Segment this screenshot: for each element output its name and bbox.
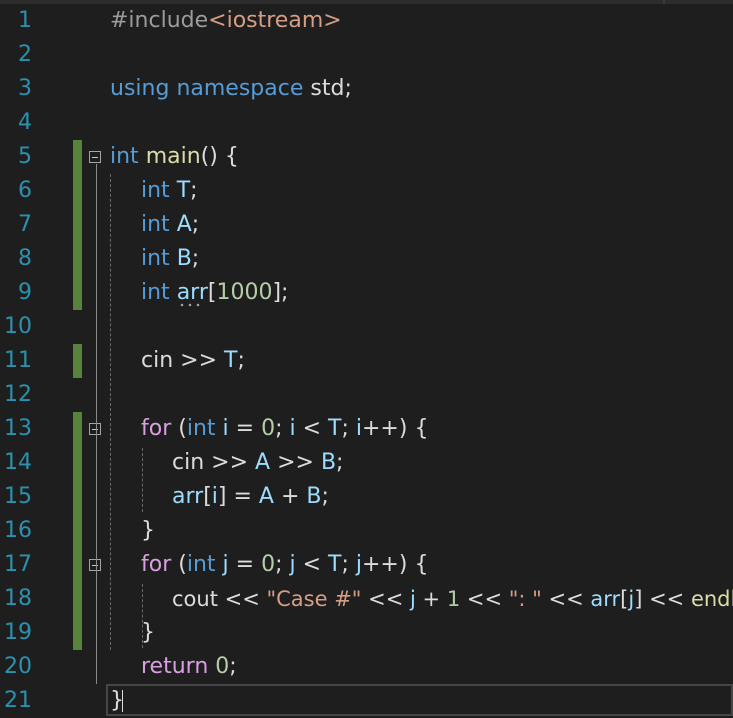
code-text[interactable]: int B; <box>141 244 199 274</box>
text-caret <box>122 690 123 712</box>
code-line-20[interactable]: 20 return 0; <box>0 650 733 684</box>
change-marker <box>73 514 82 548</box>
change-marker <box>73 412 82 446</box>
code-line-2[interactable]: 2 <box>0 38 733 72</box>
change-marker <box>73 208 82 242</box>
line-number: 19 <box>4 620 32 645</box>
code-line-1[interactable]: 1 #include<iostream> <box>0 4 733 38</box>
line-number: 13 <box>4 416 32 441</box>
code-line-5[interactable]: 5 int main() { <box>0 140 733 174</box>
line-number: 15 <box>4 484 32 509</box>
collapse-icon[interactable] <box>89 151 101 163</box>
line-number: 10 <box>4 314 32 339</box>
change-marker <box>73 582 82 616</box>
line-number: 16 <box>4 518 32 543</box>
line-number: 18 <box>4 586 32 611</box>
collapse-icon[interactable] <box>89 559 101 571</box>
code-text[interactable]: int arr[1000]; <box>141 278 288 308</box>
line-number: 6 <box>18 178 32 203</box>
code-text[interactable]: int main() { <box>110 142 239 172</box>
line-number: 14 <box>4 450 32 475</box>
code-text[interactable]: int T; <box>141 176 198 206</box>
code-text[interactable]: int A; <box>141 210 199 240</box>
code-text[interactable]: arr[i] = A + B; <box>172 482 329 512</box>
code-line-3[interactable]: 3 using namespace std; <box>0 72 733 106</box>
code-text[interactable]: cout << "Case #" << j + 1 << ": " << arr… <box>172 584 733 614</box>
line-number: 5 <box>18 144 32 169</box>
code-text[interactable]: using namespace std; <box>110 74 352 104</box>
line-number: 7 <box>18 212 32 237</box>
change-marker <box>73 480 82 514</box>
change-marker <box>73 174 82 208</box>
code-text[interactable]: #include<iostream> <box>110 6 342 36</box>
code-line-4[interactable]: 4 <box>0 106 733 140</box>
code-text[interactable]: } <box>141 516 155 546</box>
code-text[interactable]: for (int j = 0; j < T; j++) { <box>141 550 428 580</box>
code-line-21[interactable]: 21 } <box>0 684 733 718</box>
code-text[interactable]: for (int i = 0; i < T; i++) { <box>141 414 428 444</box>
collapse-icon[interactable] <box>89 423 101 435</box>
code-editor[interactable]: 1 #include<iostream> 2 3 using namespace… <box>0 0 733 718</box>
code-text[interactable]: cin >> A >> B; <box>172 448 343 478</box>
change-marker <box>73 140 82 174</box>
change-marker <box>73 446 82 480</box>
line-number: 3 <box>18 76 32 101</box>
code-text[interactable]: return 0; <box>141 652 237 682</box>
change-marker <box>73 276 82 310</box>
outline-guide-main <box>96 164 97 684</box>
line-number: 8 <box>18 246 32 271</box>
line-number: 4 <box>18 110 32 135</box>
line-number: 2 <box>18 42 32 67</box>
indent-guide-for2 <box>142 584 143 648</box>
indent-guide-main <box>110 174 111 650</box>
change-marker <box>73 616 82 650</box>
line-number: 17 <box>4 552 32 577</box>
line-number: 11 <box>4 348 32 373</box>
suggestion-squiggle <box>178 303 202 307</box>
line-number: 21 <box>4 688 32 713</box>
code-text[interactable]: cin >> T; <box>141 346 245 376</box>
change-marker <box>73 548 82 582</box>
line-number: 12 <box>4 382 32 407</box>
indent-guide-for1 <box>142 448 143 512</box>
change-marker <box>73 242 82 276</box>
line-number: 9 <box>18 280 32 305</box>
line-number: 20 <box>4 654 32 679</box>
change-marker <box>73 344 82 378</box>
line-number: 1 <box>18 8 32 33</box>
code-text[interactable]: } <box>141 618 155 648</box>
